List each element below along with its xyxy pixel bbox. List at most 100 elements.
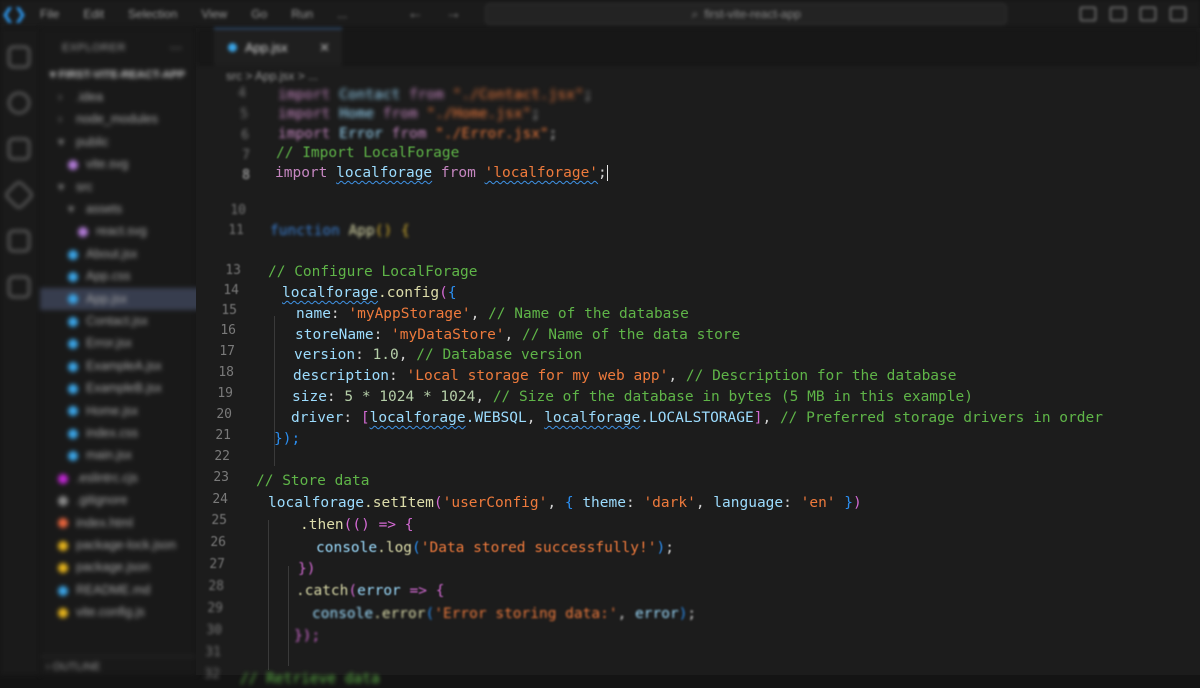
back-arrow-icon[interactable]: ← xyxy=(407,5,423,23)
file-tree-label: Error.jsx xyxy=(86,336,132,351)
file-tree-label: main.jsx xyxy=(86,448,132,463)
line-number: 25 xyxy=(211,513,227,528)
file-tree-label: Contact.jsx xyxy=(86,314,148,328)
line-number: 13 xyxy=(225,263,241,278)
file-icon xyxy=(68,361,78,372)
file-icon xyxy=(58,540,68,551)
toggle-panel-icon[interactable] xyxy=(1110,7,1126,21)
outline-section[interactable]: › OUTLINE xyxy=(40,656,202,673)
activity-bar xyxy=(0,28,40,675)
vscode-logo-icon: ❮❯ xyxy=(1,6,27,23)
file-tree-label: package.json xyxy=(76,560,150,575)
menu-more[interactable]: ... xyxy=(337,7,347,21)
line-number: 29 xyxy=(207,601,223,616)
file-tree-label: index.html xyxy=(76,515,133,530)
menu-run[interactable]: Run xyxy=(291,7,313,21)
line-number: 31 xyxy=(205,645,221,660)
line-number: 21 xyxy=(215,428,231,443)
file-icon xyxy=(68,383,78,394)
menu-view[interactable]: View xyxy=(201,7,227,21)
code-line-30: }); xyxy=(294,628,321,644)
code-line-6: import Error from "./Error.jsx"; xyxy=(278,126,558,142)
extensions-icon[interactable] xyxy=(8,230,30,252)
line-number: 28 xyxy=(208,579,224,594)
line-number: 7 xyxy=(242,148,250,163)
file-tree-label: App.jsx xyxy=(86,291,127,306)
file-tree-label: package-lock.json xyxy=(76,538,177,552)
file-icon xyxy=(68,316,78,327)
explorer-icon[interactable] xyxy=(8,46,30,68)
file-tree-label: ExampleB.jsx xyxy=(86,381,162,396)
code-line-21: }); xyxy=(274,431,301,447)
file-tree-label: vite.svg xyxy=(86,157,129,172)
line-number: 11 xyxy=(228,223,244,238)
file-tree-label: README.md xyxy=(76,582,151,597)
file-tree-label: vite.config.js xyxy=(76,605,145,620)
more-actions-icon[interactable]: ... xyxy=(169,36,182,53)
customize-layout-icon[interactable] xyxy=(1170,7,1186,21)
chevron-right-icon: › xyxy=(58,112,63,127)
chevron-down-icon: ▾ xyxy=(58,179,65,194)
remote-explorer-icon[interactable] xyxy=(8,276,30,298)
file-icon xyxy=(58,585,68,596)
code-line-20: driver: [localforage.WEBSQL, localforage… xyxy=(291,410,1103,426)
file-tree-label: App.css xyxy=(86,269,131,284)
file-tree-item[interactable]: › node_modules xyxy=(40,108,214,130)
line-number: 22 xyxy=(214,449,230,464)
menu-selection[interactable]: Selection xyxy=(128,7,177,21)
layout-controls xyxy=(1080,7,1186,21)
file-tree-label: react.svg xyxy=(96,224,147,239)
indent-guide xyxy=(268,520,269,670)
file-icon xyxy=(68,159,78,170)
file-tree-label: assets xyxy=(86,202,123,216)
line-number: 26 xyxy=(210,535,226,550)
menu-file[interactable]: File xyxy=(40,7,59,21)
file-tree-label: ExampleA.jsx xyxy=(86,358,162,373)
file-icon xyxy=(68,406,78,417)
file-tree-item[interactable]: ▾ src xyxy=(40,176,214,198)
file-icon xyxy=(58,563,68,574)
code-editor[interactable]: 4 5 6 7 8 10 11 13 14 15 16 17 18 19 20 … xyxy=(196,28,1200,687)
workspace-folder-label: FIRST-VITE-REACT-APP xyxy=(58,69,186,81)
line-number: 14 xyxy=(223,283,239,298)
search-icon[interactable] xyxy=(8,92,30,114)
source-control-icon[interactable] xyxy=(8,138,30,160)
file-tree-item[interactable]: .eslintrc.cjs xyxy=(40,467,214,489)
chevron-right-icon: › xyxy=(58,90,63,104)
command-center-search[interactable]: ⌕ first-vite-react-app xyxy=(485,3,1008,25)
navigation-arrows: ← → xyxy=(407,5,461,23)
code-line-25: .then(() => { xyxy=(300,517,414,533)
code-line-18: description: 'Local storage for my web a… xyxy=(293,368,957,384)
code-line-15: name: 'myAppStorage', // Name of the dat… xyxy=(296,306,689,322)
file-icon xyxy=(68,451,78,462)
explorer-sidebar: EXPLORER ... ▾ FIRST-VITE-REACT-APP › .id… xyxy=(40,28,224,675)
menu-go[interactable]: Go xyxy=(251,7,267,21)
menu-bar: File Edit Selection View Go Run ... xyxy=(40,7,347,21)
file-tree-label: .gitignore xyxy=(76,493,128,508)
file-icon xyxy=(68,294,78,305)
line-number: 10 xyxy=(230,203,246,218)
code-line-23: // Store data xyxy=(256,473,370,489)
code-line-13: // Configure LocalForage xyxy=(268,264,478,280)
toggle-secondary-sidebar-icon[interactable] xyxy=(1140,7,1156,21)
file-tree-item[interactable]: › .idea xyxy=(40,86,214,108)
code-line-32: // Retrieve data xyxy=(240,671,380,687)
run-debug-icon[interactable] xyxy=(3,179,35,211)
line-number: 16 xyxy=(220,323,236,338)
toggle-sidebar-icon[interactable] xyxy=(1080,7,1096,21)
file-tree-item[interactable]: ▾ public xyxy=(40,131,214,153)
file-icon xyxy=(58,607,68,618)
line-number: 20 xyxy=(216,407,232,422)
forward-arrow-icon[interactable]: → xyxy=(445,5,461,23)
line-number: 18 xyxy=(218,365,234,380)
chevron-down-icon: ▾ xyxy=(68,202,75,216)
chevron-down-icon: ▾ xyxy=(58,134,65,149)
workspace-folder[interactable]: ▾ FIRST-VITE-REACT-APP xyxy=(50,68,185,81)
text-cursor xyxy=(606,165,608,181)
code-line-29: console.error('Error storing data:', err… xyxy=(312,606,697,622)
menu-edit[interactable]: Edit xyxy=(83,7,104,21)
code-line-17: version: 1.0, // Database version xyxy=(294,347,583,363)
file-icon xyxy=(68,428,78,439)
search-text: first-vite-react-app xyxy=(704,7,801,21)
code-line-4: import Contact from "./Contact.jsx"; xyxy=(278,87,593,103)
